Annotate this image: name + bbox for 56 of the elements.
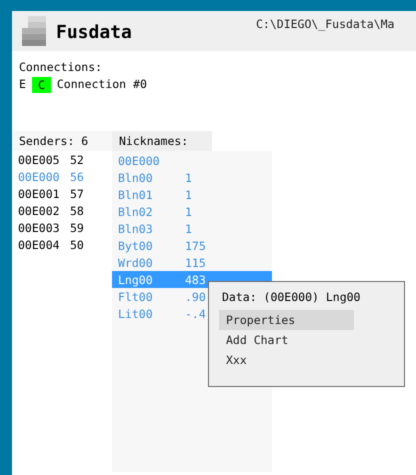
nickname-value: 115	[185, 256, 207, 270]
sender-id: 00E002	[18, 204, 61, 218]
nickname-name: Flt00	[118, 290, 154, 304]
nickname-value: 1	[185, 170, 193, 184]
sender-row[interactable]: 00E000 56	[12, 168, 112, 185]
nickname-row[interactable]: Wrd00 115	[112, 254, 272, 271]
nickname-name: Byt00	[118, 238, 154, 252]
sender-value: 50	[70, 238, 85, 252]
nickname-name: Bln00	[118, 170, 154, 184]
connection-prefix: E	[19, 76, 26, 93]
app-logo-icon	[22, 16, 46, 46]
nickname-name: Bln01	[118, 188, 154, 202]
sender-value: 59	[70, 220, 85, 234]
nickname-value: 1	[185, 204, 193, 218]
nickname-name: Wrd00	[118, 256, 154, 270]
connection-name[interactable]: Connection #0	[56, 76, 147, 93]
menu-title: Data: (00E000) Lng00	[222, 290, 362, 304]
sender-value: 58	[70, 204, 85, 218]
nickname-row[interactable]: Bln01 1	[112, 186, 272, 203]
sender-value: 52	[70, 152, 85, 166]
sender-row[interactable]: 00E005 52	[12, 151, 112, 168]
sender-id: 00E000	[18, 170, 61, 184]
sender-id: 00E001	[18, 186, 61, 200]
nickname-row[interactable]: Bln02 1	[112, 203, 272, 220]
file-path: C:\DIEGO\_Fusdata\Ma	[256, 17, 394, 31]
sender-row[interactable]: 00E003 59	[12, 219, 112, 236]
nickname-owner: 00E000	[118, 154, 161, 168]
nickname-row[interactable]: Byt00 175	[112, 237, 272, 254]
nicknames-heading: Nicknames:	[119, 134, 188, 148]
sender-row[interactable]: 00E001 57	[12, 185, 112, 202]
nickname-name: Bln03	[118, 222, 154, 236]
nickname-value: 175	[185, 238, 207, 252]
app-title: Fusdata	[56, 22, 133, 43]
nickname-value: .90	[185, 290, 207, 304]
menu-item[interactable]: Xxx	[219, 350, 354, 370]
nickname-value: 483	[185, 272, 207, 286]
nickname-value: -.4	[185, 306, 207, 320]
sender-value: 56	[70, 170, 85, 184]
menu-item[interactable]: Properties	[219, 310, 354, 330]
nickname-name: Lng00	[118, 272, 154, 286]
sender-value: 57	[70, 186, 85, 200]
sender-id: 00E004	[18, 238, 61, 252]
nickname-name: Lit00	[118, 306, 154, 320]
connection-status: C	[32, 76, 51, 92]
connections-label: Connections:	[19, 60, 102, 74]
sender-row[interactable]: 00E002 58	[12, 202, 112, 219]
nickname-name: Bln02	[118, 204, 154, 218]
sender-id: 00E003	[18, 220, 61, 234]
sender-id: 00E005	[18, 152, 61, 166]
nickname-row[interactable]: Bln03 1	[112, 220, 272, 237]
nickname-row[interactable]: Bln00 1	[112, 169, 272, 186]
senders-heading: Senders: 6	[19, 134, 88, 148]
sender-row[interactable]: 00E004 50	[12, 236, 112, 253]
nickname-value: 1	[185, 188, 193, 202]
menu-item[interactable]: Add Chart	[219, 330, 354, 350]
nickname-value: 1	[185, 222, 193, 236]
